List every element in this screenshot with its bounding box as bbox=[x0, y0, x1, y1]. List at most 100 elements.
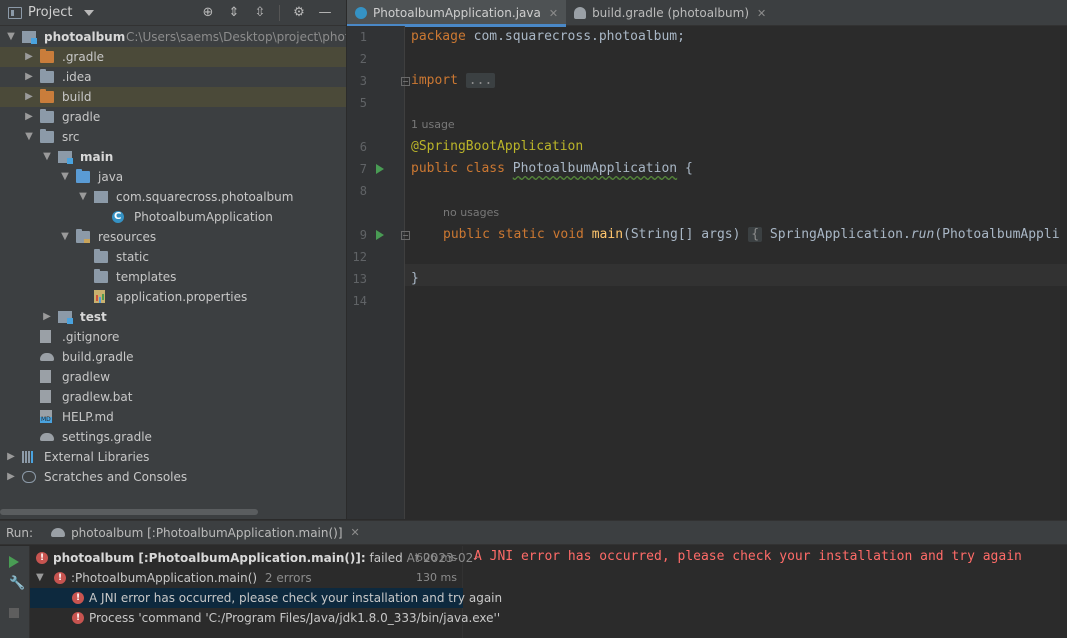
close-icon[interactable]: ✕ bbox=[757, 7, 766, 20]
tree-item[interactable]: .gitignore bbox=[0, 327, 346, 347]
tree-item[interactable]: application.properties bbox=[0, 287, 346, 307]
run-result-task[interactable]: ▼ ! :PhotoalbumApplication.main() 2 erro… bbox=[30, 568, 463, 588]
chevron-right-icon[interactable]: ▶ bbox=[24, 67, 34, 87]
chevron-right-icon[interactable]: ▶ bbox=[24, 87, 34, 107]
stop-icon[interactable] bbox=[9, 608, 19, 618]
tab-build-gradle[interactable]: build.gradle (photoalbum) ✕ bbox=[566, 0, 774, 26]
run-label: Run: bbox=[6, 525, 34, 540]
folder-orange-icon bbox=[40, 89, 54, 103]
chevron-right-icon[interactable]: ▶ bbox=[24, 47, 34, 67]
tab-label: PhotoalbumApplication.java bbox=[373, 6, 541, 20]
run-result-title: photoalbum [:PhotoalbumApplication.main(… bbox=[53, 551, 366, 565]
editor-gutter: 1 2 3 5 6 7 8 9 12 13 14 − − bbox=[347, 26, 410, 519]
tree-item[interactable]: HELP.md bbox=[0, 407, 346, 427]
tree-item[interactable]: build.gradle bbox=[0, 347, 346, 367]
tree-item-label: resources bbox=[98, 230, 157, 244]
tree-item[interactable]: ▼ java bbox=[0, 167, 346, 187]
tree-item[interactable]: ▶ .gradle bbox=[0, 47, 346, 67]
expand-all-icon[interactable]: ⇕ bbox=[227, 6, 241, 20]
task-duration: 130 ms bbox=[416, 571, 457, 584]
tree-item[interactable]: ▼ com.squarecross.photoalbum bbox=[0, 187, 346, 207]
chevron-right-icon[interactable]: ▶ bbox=[42, 307, 52, 327]
tab-label: build.gradle (photoalbum) bbox=[592, 6, 750, 20]
chevron-right-icon[interactable]: ▶ bbox=[6, 467, 16, 487]
folder-icon bbox=[94, 249, 108, 263]
gradle-icon bbox=[40, 351, 54, 363]
folder-orange-icon bbox=[40, 49, 54, 63]
method-args: (String[] args) bbox=[623, 227, 749, 242]
tree-item[interactable]: static bbox=[0, 247, 346, 267]
chevron-down-icon[interactable]: ▼ bbox=[24, 127, 34, 147]
tree-item[interactable]: ▼ src bbox=[0, 127, 346, 147]
task-name: :PhotoalbumApplication.main() bbox=[71, 571, 258, 585]
wrench-icon[interactable]: 🔧 bbox=[9, 577, 25, 590]
chevron-down-icon[interactable]: ▼ bbox=[60, 167, 70, 187]
tree-item[interactable]: ▼ main bbox=[0, 147, 346, 167]
close-icon[interactable]: ✕ bbox=[549, 7, 558, 20]
gear-icon[interactable]: ⚙ bbox=[292, 6, 306, 20]
keyword: public static void bbox=[443, 227, 584, 242]
chevron-down-icon[interactable]: ▼ bbox=[78, 187, 88, 207]
chevron-down-icon[interactable]: ▼ bbox=[60, 227, 70, 247]
horizontal-scrollbar[interactable] bbox=[0, 509, 258, 515]
tree-item[interactable]: settings.gradle bbox=[0, 427, 346, 447]
rerun-icon[interactable] bbox=[9, 556, 19, 568]
collapse-all-icon[interactable]: ⇳ bbox=[253, 6, 267, 20]
tree-item-label: .gradle bbox=[62, 50, 105, 64]
line-number: 3 bbox=[359, 74, 367, 88]
usage-hint[interactable]: 1 usage bbox=[411, 114, 455, 136]
code-line-3: import ... bbox=[411, 70, 496, 92]
chevron-right-icon[interactable]: ▶ bbox=[6, 447, 16, 467]
tree-item[interactable]: templates bbox=[0, 267, 346, 287]
run-config-tab[interactable]: photoalbum [:PhotoalbumApplication.main(… bbox=[51, 526, 360, 540]
tree-item[interactable]: ▼ photoalbum C:\Users\saems\Desktop\projec… bbox=[0, 27, 346, 47]
chevron-down-icon[interactable]: ▼ bbox=[42, 147, 52, 167]
run-result-label: photoalbum [:PhotoalbumApplication.main(… bbox=[53, 548, 478, 568]
tree-item[interactable]: ▼ resources bbox=[0, 227, 346, 247]
tree-item-label: gradlew.bat bbox=[62, 390, 133, 404]
run-result-root[interactable]: ! photoalbum [:PhotoalbumApplication.mai… bbox=[30, 548, 478, 568]
code-line-13: } bbox=[411, 271, 419, 286]
run-gutter-icon[interactable] bbox=[376, 164, 384, 174]
project-path: C:\Users\saems\Desktop\project\photo bbox=[126, 30, 346, 44]
tree-item-label: application.properties bbox=[116, 290, 248, 304]
project-panel-header: Project ⊕ ⇕ ⇳ ⚙ — bbox=[0, 0, 346, 26]
run-error-process[interactable]: ! Process 'command 'C:/Program Files/Jav… bbox=[30, 608, 500, 628]
line-number: 1 bbox=[359, 30, 367, 44]
chevron-right-icon[interactable]: ▶ bbox=[24, 107, 34, 127]
chevron-down-icon[interactable]: ▼ bbox=[36, 568, 44, 588]
brace: { bbox=[677, 161, 693, 176]
tree-item[interactable]: ▶ test bbox=[0, 307, 346, 327]
tree-item[interactable]: ▶ External Libraries bbox=[0, 447, 346, 467]
code-editor: PhotoalbumApplication.java ✕ build.gradl… bbox=[347, 0, 1067, 519]
run-gutter-icon[interactable] bbox=[376, 230, 384, 240]
tree-item[interactable]: ▶ Scratches and Consoles bbox=[0, 467, 346, 487]
code-area[interactable]: package com.squarecross.photoalbum; impo… bbox=[405, 26, 1067, 519]
console-output[interactable]: A JNI error has occurred, please check y… bbox=[474, 549, 1022, 564]
package-icon bbox=[94, 191, 108, 203]
tab-photoalbum-application[interactable]: PhotoalbumApplication.java ✕ bbox=[347, 0, 567, 27]
run-error-jni[interactable]: ! A JNI error has occurred, please check… bbox=[30, 588, 502, 608]
tree-item[interactable]: gradlew bbox=[0, 367, 346, 387]
file-icon bbox=[40, 390, 51, 403]
chevron-down-icon[interactable] bbox=[84, 9, 95, 16]
tree-item-label: PhotoalbumApplication bbox=[134, 210, 273, 224]
run-tab-label: photoalbum [:PhotoalbumApplication.main(… bbox=[71, 525, 343, 540]
usage-hint[interactable]: no usages bbox=[443, 202, 499, 224]
chevron-down-icon[interactable]: ▼ bbox=[6, 27, 16, 47]
tree-item[interactable]: ▶ .idea bbox=[0, 67, 346, 87]
locate-file-icon[interactable]: ⊕ bbox=[201, 6, 215, 20]
tree-item-label: settings.gradle bbox=[62, 430, 152, 444]
tree-item-label: photoalbum bbox=[44, 30, 126, 44]
project-view-selector[interactable]: Project bbox=[0, 0, 95, 26]
tree-item[interactable]: ▶ gradle bbox=[0, 107, 346, 127]
libraries-icon bbox=[22, 451, 36, 463]
tree-item[interactable]: PhotoalbumApplication bbox=[0, 207, 346, 227]
tree-item[interactable]: gradlew.bat bbox=[0, 387, 346, 407]
folded-body[interactable]: { bbox=[748, 227, 763, 242]
tree-item-label: test bbox=[80, 310, 107, 324]
folded-imports[interactable]: ... bbox=[465, 73, 496, 88]
hide-icon[interactable]: — bbox=[318, 6, 332, 20]
tree-item[interactable]: ▶ build bbox=[0, 87, 346, 107]
close-icon[interactable]: ✕ bbox=[351, 526, 360, 539]
